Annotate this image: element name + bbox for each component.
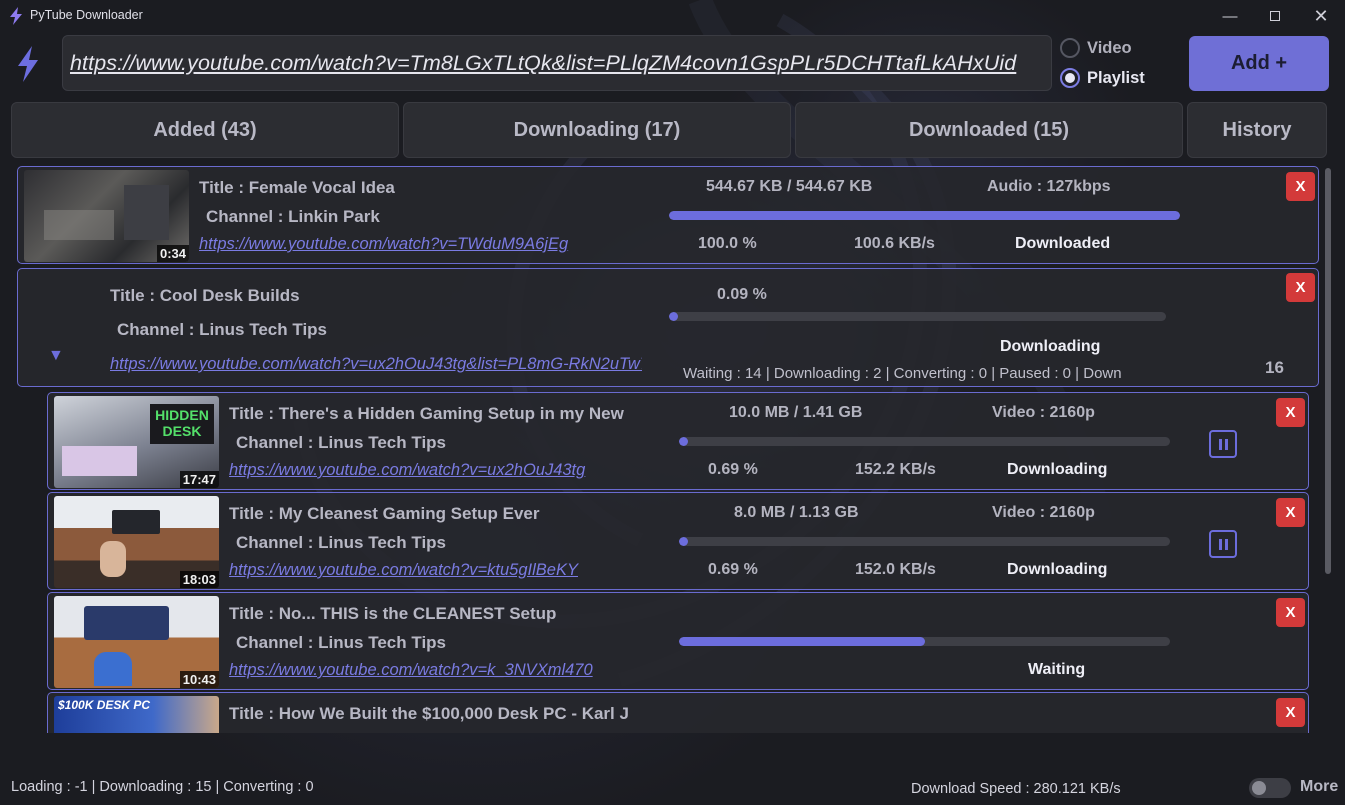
item-title: Title : No... THIS is the CLEANEST Setup	[229, 604, 557, 623]
pause-icon[interactable]	[1209, 530, 1237, 558]
item-title: Title : There's a Hidden Gaming Setup in…	[229, 404, 624, 423]
scrollbar-thumb[interactable]	[1325, 168, 1331, 574]
minimize-icon[interactable]: —	[1207, 0, 1253, 32]
bolt-icon	[18, 46, 38, 82]
item-percent: 0.69 %	[708, 461, 758, 478]
item-size: 10.0 MB / 1.41 GB	[729, 404, 863, 421]
window-title: PyTube Downloader	[30, 8, 143, 22]
item-quality: Video : 2160p	[992, 404, 1095, 421]
item-channel: Channel : Linus Tech Tips	[236, 533, 447, 552]
remove-button[interactable]: X	[1286, 273, 1315, 302]
progress-bar	[679, 537, 1170, 546]
item-status: Downloading	[1007, 561, 1108, 578]
tab-downloaded[interactable]: Downloaded (15)	[795, 102, 1183, 158]
item-link[interactable]: https://www.youtube.com/watch?v=TWduM9A6…	[199, 235, 659, 254]
item-link[interactable]: https://www.youtube.com/watch?v=k_3NVXml…	[229, 661, 649, 680]
item-status: Downloading	[1007, 461, 1108, 478]
radio-selected-icon	[1060, 68, 1080, 88]
download-item: 10:43 Title : No... THIS is the CLEANEST…	[47, 592, 1309, 690]
download-speed: Download Speed : 280.121 KB/s	[911, 781, 1121, 797]
video-thumbnail: 18:03	[54, 496, 219, 588]
more-label: More	[1300, 778, 1339, 795]
video-thumbnail: $100K DESK PC	[54, 696, 219, 733]
item-title: Title : My Cleanest Gaming Setup Ever	[229, 504, 540, 523]
playlist-counts: Waiting : 14 | Downloading : 2 | Convert…	[683, 365, 1122, 382]
bolt-icon	[10, 7, 22, 25]
duration-badge: 18:03	[179, 571, 219, 588]
url-input-value: https://www.youtube.com/watch?v=Tm8LGxTL…	[70, 50, 1017, 75]
download-item: HIDDEN DESK 17:47 Title : There's a Hidd…	[47, 392, 1309, 490]
item-link[interactable]: https://www.youtube.com/watch?v=ktu5gIlB…	[229, 561, 649, 580]
duration-badge: 10:43	[179, 671, 219, 688]
item-title: Title : Cool Desk Builds	[110, 286, 300, 305]
download-item: 18:03 Title : My Cleanest Gaming Setup E…	[47, 492, 1309, 590]
item-status: Waiting	[1028, 661, 1086, 678]
tab-added[interactable]: Added (43)	[11, 102, 399, 158]
tab-downloading[interactable]: Downloading (17)	[403, 102, 791, 158]
item-channel: Channel : Linus Tech Tips	[117, 320, 328, 339]
remove-button[interactable]: X	[1276, 598, 1305, 627]
remove-button[interactable]: X	[1276, 398, 1305, 427]
item-link[interactable]: https://www.youtube.com/watch?v=ux2hOuJ4…	[229, 461, 649, 480]
maximize-icon[interactable]	[1252, 0, 1298, 32]
more-toggle[interactable]	[1249, 778, 1291, 798]
progress-bar	[679, 437, 1170, 446]
radio-icon	[1060, 38, 1080, 58]
playlist-radio[interactable]: Playlist	[1060, 68, 1145, 88]
thumb-caption: HIDDEN DESK	[150, 404, 214, 444]
item-speed: 152.0 KB/s	[855, 561, 936, 578]
item-title: Title : Female Vocal Idea	[199, 178, 395, 197]
video-thumbnail: 10:43	[54, 596, 219, 688]
remove-button[interactable]: X	[1276, 498, 1305, 527]
download-item: $100K DESK PC Title : How We Built the $…	[47, 692, 1309, 733]
thumb-caption: $100K DESK PC	[58, 698, 151, 712]
tab-history[interactable]: History	[1187, 102, 1327, 158]
item-speed: 152.2 KB/s	[855, 461, 936, 478]
scrollbar[interactable]	[1325, 168, 1331, 733]
pause-icon[interactable]	[1209, 430, 1237, 458]
url-input[interactable]: https://www.youtube.com/watch?v=Tm8LGxTL…	[62, 35, 1052, 91]
progress-bar	[669, 211, 1180, 220]
video-thumbnail: 0:34	[24, 170, 189, 262]
item-channel: Channel : Linus Tech Tips	[236, 633, 447, 652]
remove-button[interactable]: X	[1286, 172, 1315, 201]
playlist-item: Title : Cool Desk Builds Channel : Linus…	[17, 268, 1319, 387]
video-thumbnail: HIDDEN DESK 17:47	[54, 396, 219, 488]
item-status: Downloaded	[1015, 235, 1111, 252]
item-speed: 100.6 KB/s	[854, 235, 935, 252]
item-percent: 100.0 %	[698, 235, 757, 252]
playlist-radio-label: Playlist	[1087, 68, 1145, 87]
add-button[interactable]: Add +	[1189, 36, 1329, 91]
item-channel: Channel : Linkin Park	[206, 207, 380, 226]
progress-bar	[669, 312, 1166, 321]
video-radio-label: Video	[1087, 38, 1132, 57]
download-item: 0:34 Title : Female Vocal Idea Channel :…	[17, 166, 1319, 264]
item-channel: Channel : Linus Tech Tips	[236, 433, 447, 452]
item-size: 8.0 MB / 1.13 GB	[734, 504, 859, 521]
item-quality: Video : 2160p	[992, 504, 1095, 521]
video-radio[interactable]: Video	[1060, 38, 1132, 58]
item-percent: 0.09 %	[717, 286, 767, 303]
item-status: Downloading	[1000, 338, 1101, 355]
item-title: Title : How We Built the $100,000 Desk P…	[229, 704, 629, 723]
title-bar: PyTube Downloader — ✕	[0, 0, 1345, 32]
item-percent: 0.69 %	[708, 561, 758, 578]
duration-badge: 0:34	[156, 245, 189, 262]
item-quality: Audio : 127kbps	[987, 178, 1111, 195]
playlist-total: 16	[1265, 358, 1284, 377]
item-link[interactable]: https://www.youtube.com/watch?v=ux2hOuJ4…	[110, 355, 642, 374]
footer-status: Loading : -1 | Downloading : 15 | Conver…	[11, 779, 314, 795]
progress-bar	[679, 637, 1170, 646]
duration-badge: 17:47	[179, 471, 219, 488]
chevron-down-icon[interactable]: ▼	[48, 347, 64, 365]
remove-button[interactable]: X	[1276, 698, 1305, 727]
item-size: 544.67 KB / 544.67 KB	[706, 178, 873, 195]
close-icon[interactable]: ✕	[1298, 0, 1344, 32]
